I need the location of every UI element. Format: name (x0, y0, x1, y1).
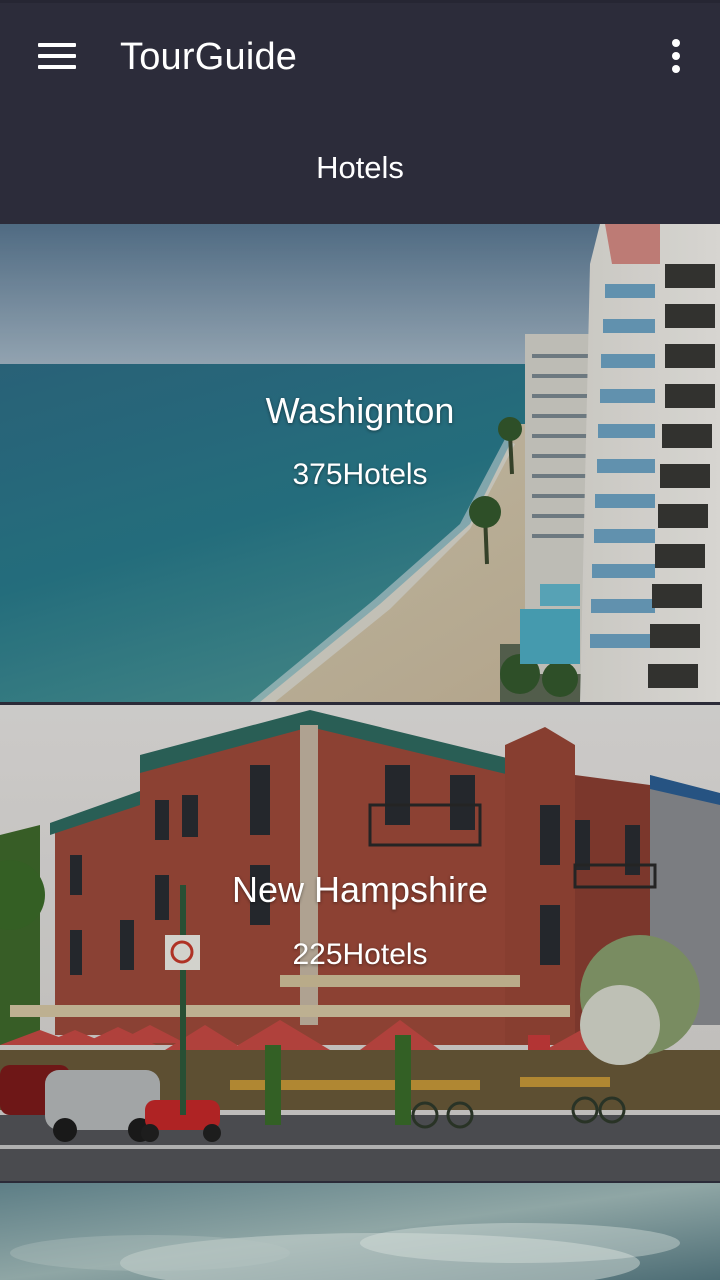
app-screen: TourGuide Hotels Washignton 375Hotels Ne… (0, 0, 720, 1280)
destination-name: New Hampshire (231, 869, 489, 910)
section-title: Hotels (316, 150, 404, 185)
app-title: TourGuide (120, 36, 298, 78)
hotel-count: 225Hotels (292, 938, 428, 971)
app-toolbar: TourGuide Hotels (0, 0, 720, 224)
destination-card-washignton[interactable]: Washignton 375Hotels (0, 224, 720, 702)
hotel-count: 375Hotels (292, 458, 428, 491)
destination-card-partial[interactable] (0, 1183, 720, 1280)
sky-clouds-image (0, 1183, 720, 1280)
status-bar-strip (0, 0, 720, 3)
destination-card-new-hampshire[interactable]: New Hampshire 225Hotels (0, 705, 720, 1181)
more-vertical-icon[interactable] (656, 32, 696, 80)
destination-name: Washignton (265, 390, 455, 431)
hamburger-menu-icon[interactable] (26, 28, 86, 84)
